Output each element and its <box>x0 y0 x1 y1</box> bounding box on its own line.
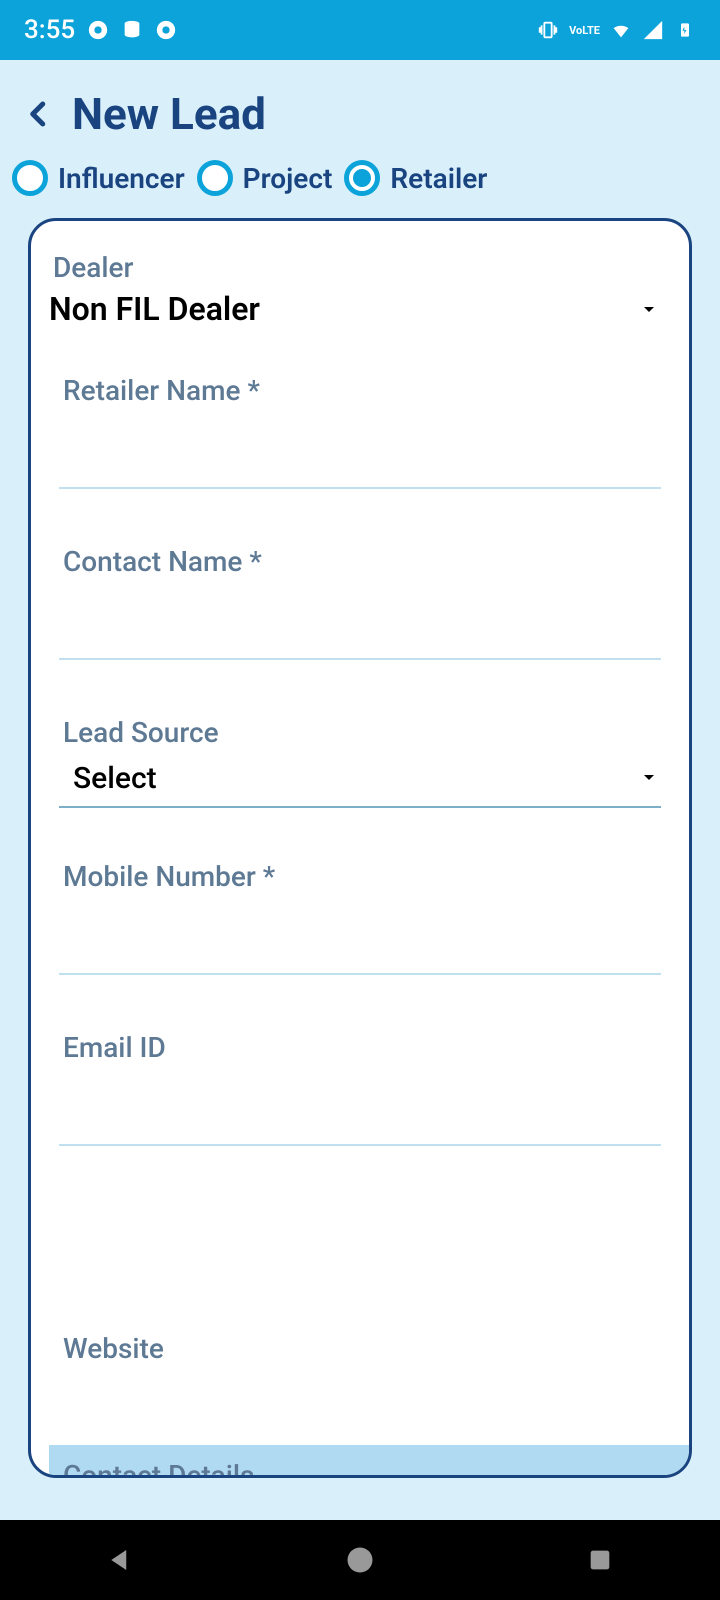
lead-source-dropdown[interactable]: Select <box>59 753 661 808</box>
contact-name-input[interactable] <box>59 596 661 660</box>
email-field: Email ID <box>49 1031 671 1146</box>
nav-home-button[interactable] <box>340 1540 380 1580</box>
radio-retailer[interactable]: Retailer <box>344 160 487 196</box>
contact-name-field: Contact Name * <box>49 545 671 660</box>
contact-details-section[interactable]: Contact Details <box>49 1445 689 1475</box>
system-nav-bar <box>0 1520 720 1600</box>
radio-label: Influencer <box>58 162 185 195</box>
chevron-down-icon <box>637 297 661 321</box>
dealer-dropdown[interactable]: Non FIL Dealer <box>49 284 671 334</box>
email-input[interactable] <box>59 1082 661 1146</box>
nav-back-button[interactable] <box>100 1540 140 1580</box>
radio-circle-icon <box>12 160 48 196</box>
mobile-number-label: Mobile Number * <box>59 860 661 893</box>
lead-source-label: Lead Source <box>59 716 661 749</box>
mobile-number-input[interactable] <box>59 911 661 975</box>
dealer-value: Non FIL Dealer <box>49 290 260 328</box>
dealer-label: Dealer <box>49 251 671 284</box>
status-right: VoLTE <box>537 19 696 41</box>
database-icon <box>121 19 143 41</box>
battery-icon <box>674 19 696 41</box>
notification-icon-2 <box>155 19 177 41</box>
email-label: Email ID <box>59 1031 661 1064</box>
radio-influencer[interactable]: Influencer <box>12 160 185 196</box>
back-button[interactable] <box>24 99 54 129</box>
radio-circle-icon <box>197 160 233 196</box>
contact-name-label: Contact Name * <box>59 545 661 578</box>
mobile-number-field: Mobile Number * <box>49 860 671 975</box>
dealer-field: Dealer Non FIL Dealer <box>49 251 671 334</box>
status-left: 3:55 <box>24 15 177 45</box>
radio-label: Project <box>243 162 333 195</box>
wifi-icon <box>610 19 632 41</box>
lead-type-radio-group: Influencer Project Retailer <box>0 160 720 218</box>
form-card: Dealer Non FIL Dealer Retailer Name * Co… <box>28 218 692 1478</box>
lead-source-value: Select <box>73 761 157 796</box>
volte-icon: VoLTE <box>569 25 600 36</box>
vibrate-icon <box>537 19 559 41</box>
signal-icon <box>642 19 664 41</box>
notification-icon-1 <box>87 19 109 41</box>
retailer-name-field: Retailer Name * <box>49 374 671 489</box>
status-bar: 3:55 VoLTE <box>0 0 720 60</box>
website-field: Website <box>49 1332 671 1447</box>
radio-circle-selected-icon <box>344 160 380 196</box>
radio-project[interactable]: Project <box>197 160 333 196</box>
website-label: Website <box>59 1332 661 1365</box>
website-input[interactable] <box>59 1383 661 1447</box>
nav-recent-button[interactable] <box>580 1540 620 1580</box>
lead-source-field: Lead Source Select <box>49 716 671 808</box>
retailer-name-label: Retailer Name * <box>59 374 661 407</box>
page-header: New Lead <box>0 60 720 160</box>
page-title: New Lead <box>72 88 266 140</box>
radio-label: Retailer <box>390 162 487 195</box>
retailer-name-input[interactable] <box>59 425 661 489</box>
status-time: 3:55 <box>24 15 75 45</box>
chevron-down-icon <box>637 765 661 793</box>
